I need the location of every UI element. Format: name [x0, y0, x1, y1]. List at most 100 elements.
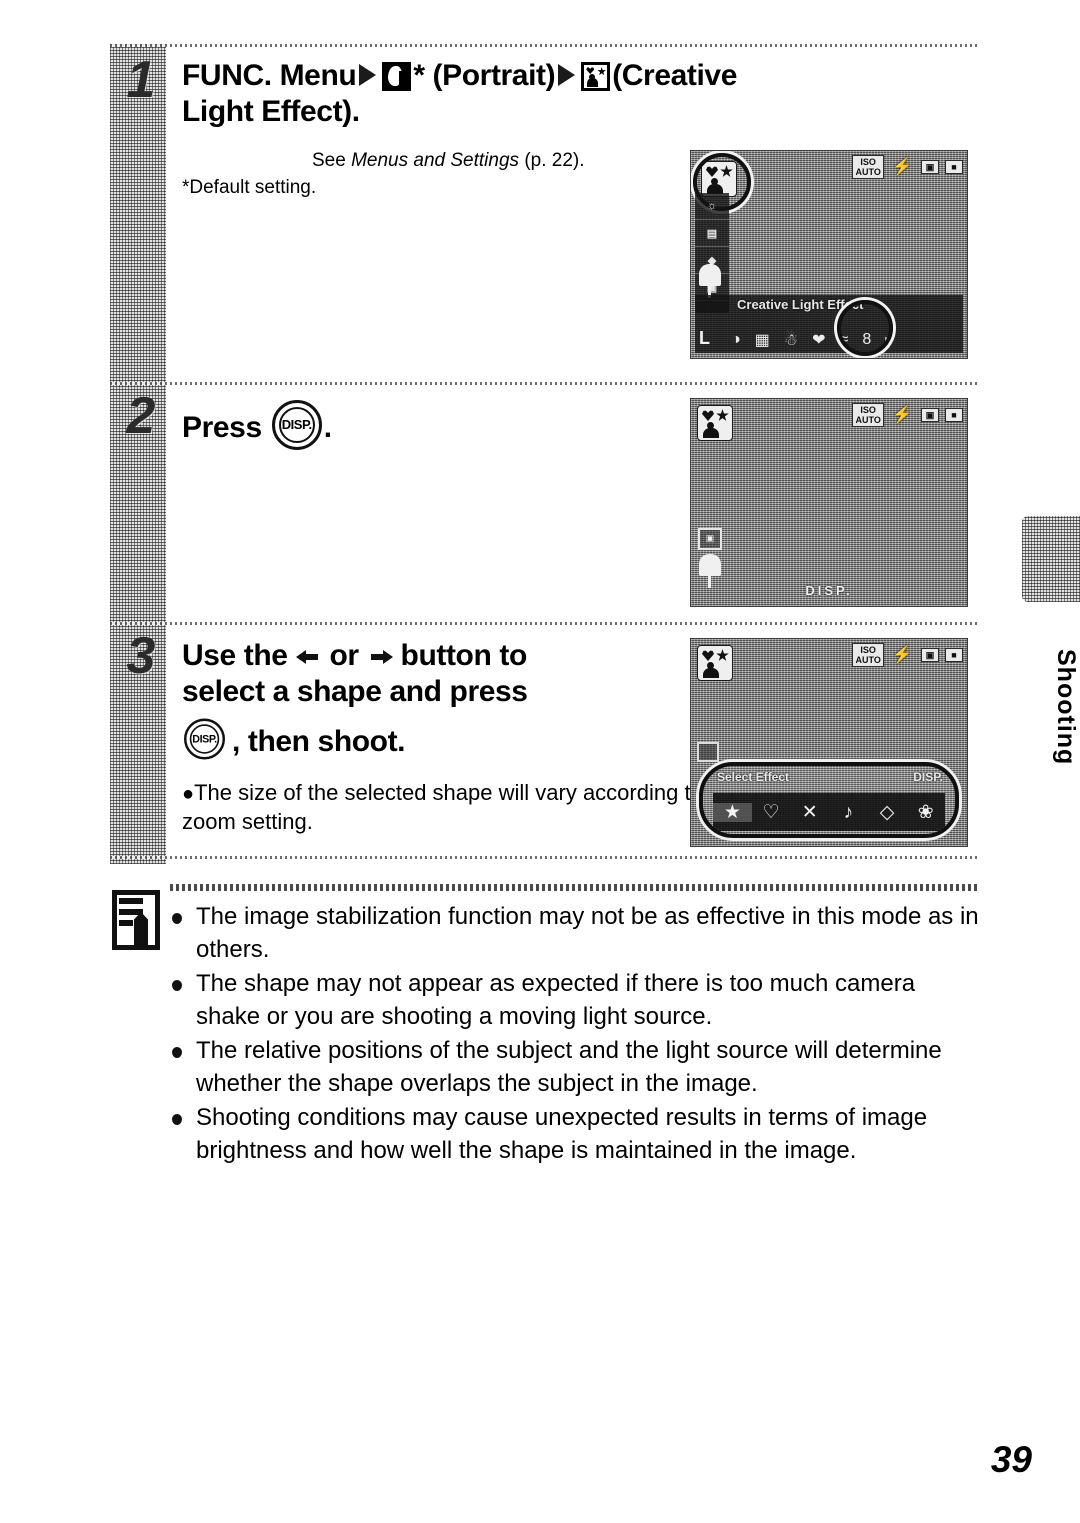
lcd1-scene-icon-4[interactable]: ❤ [812, 330, 825, 350]
portrait-label: * (Portrait) [413, 59, 556, 92]
or-label: or [329, 639, 359, 672]
metering-icon: ▣ [921, 160, 939, 174]
then-shoot-label: , then shoot. [232, 725, 406, 758]
notes-divider [170, 884, 980, 891]
step-3-body: Use the or button to select a shape and … [182, 638, 762, 836]
step-divider-top [110, 44, 980, 47]
lcd3-panel-hint: DISP. [913, 770, 943, 784]
lcd1-scene-next-arrow-icon[interactable]: ▸ [885, 330, 893, 350]
step-number-3: 3 [126, 627, 156, 685]
step-3-heading-line2: select a shape and press [182, 675, 528, 708]
lcd3-panel-header: Select Effect DISP. [717, 770, 943, 784]
effect-shape-heart[interactable]: ♡ [752, 803, 791, 822]
steps-section: 1 2 3 FUNC. Menu * (Portrait) (Creative Li… [110, 44, 980, 864]
portrait-mode-icon [382, 62, 412, 91]
lcd2-macro-icon: ▣ [698, 528, 722, 550]
see-suffix: (p. 22). [519, 150, 585, 171]
step-1-heading-line2: Light Effect). [182, 95, 360, 128]
lcd1-mode-badge [701, 161, 737, 197]
step-2-period: . [323, 411, 332, 444]
lcd1-status-bar: ISO AUTO ⚡ ▣ ■ [852, 155, 963, 179]
lcd1-scene-icon-5[interactable]: ≈ [840, 331, 849, 349]
disp-button-icon-2: DISP. [184, 718, 225, 760]
step-3-heading-line1: Use the or button to [182, 638, 762, 674]
side-tab-label: Shooting [1052, 648, 1080, 766]
lcd1-scene-icon-1[interactable]: ◑ [731, 331, 741, 349]
bullet-dot-icon: ● [182, 783, 195, 805]
note-memo-icon [110, 890, 160, 950]
step-3-bullet-text: The size of the selected shape will vary… [182, 780, 740, 834]
lcd-func-menu-screen: ISO AUTO ⚡ ▣ ■ ☼ ▤ ◆ ▣ L Creative Light E… [690, 150, 968, 359]
step-1-heading: FUNC. Menu * (Portrait) (Creative [182, 58, 982, 94]
iso-icon: ISO AUTO [852, 155, 884, 179]
effect-shape-flower[interactable]: ❀ [906, 803, 945, 822]
battery-icon-2: ■ [945, 408, 963, 422]
lcd3-effect-strip: ★ ♡ ✕ ♪ ◇ ❀ [713, 793, 945, 831]
lcd1-func-row-2[interactable]: ▤ [695, 220, 729, 247]
step-number-2: 2 [126, 387, 156, 445]
flash-auto-icon: ⚡ [891, 157, 913, 176]
press-label: Press [182, 411, 262, 444]
battery-icon-3: ■ [945, 648, 963, 662]
disp-button-label-1: DISP. [278, 407, 315, 443]
lcd2-disp-hint: DISP. [805, 583, 853, 598]
disp-button-label-2: DISP. [189, 724, 220, 754]
creative-label: (Creative [612, 59, 737, 92]
battery-icon: ■ [945, 160, 963, 174]
lcd1-scene-icons: ◑ ▦ ☃ ❤ ≈ 8 ▸ [731, 330, 957, 350]
lcd1-func-row-1[interactable]: ☼ [695, 193, 729, 220]
page-number: 39 [990, 1439, 1032, 1480]
see-prefix: See [312, 150, 352, 171]
manual-page: 1 2 3 FUNC. Menu * (Portrait) (Creative Li… [0, 0, 1080, 1523]
right-arrow-icon [367, 646, 393, 668]
lcd2-status-bar: ISO AUTO ⚡ ▣ ■ [852, 403, 963, 427]
lcd1-menu-label: Creative Light Effect [737, 297, 864, 312]
see-italic-title: Menus and Settings [351, 150, 520, 171]
lcd-shooting-screen: ISO AUTO ⚡ ▣ ■ ▣ DISP. [690, 398, 968, 607]
note-item-4: Shooting conditions may cause unexpected… [170, 1101, 985, 1167]
lcd1-scene-icon-2[interactable]: ▦ [755, 330, 770, 350]
lcd1-quality-label: L [699, 328, 710, 348]
lcd3-macro-icon [697, 742, 719, 762]
lcd3-effect-panel: Select Effect DISP. ★ ♡ ✕ ♪ ◇ ❀ [699, 762, 959, 838]
disp-button-icon-1: DISP. [271, 400, 322, 450]
notes-list: The image stabilization function may not… [170, 900, 985, 1168]
note-item-3: The relative positions of the subject an… [170, 1034, 985, 1100]
iso-icon-2: ISO AUTO [852, 403, 884, 427]
step-3-heading-line3: DISP. , then shoot. [182, 714, 762, 764]
lcd-select-effect-screen: ISO AUTO ⚡ ▣ ■ Select Effect DISP. ★ ♡ ✕ … [690, 638, 968, 847]
effect-shape-note[interactable]: ♪ [829, 803, 868, 822]
triangle-right-icon-1 [359, 64, 377, 86]
step-divider-2 [110, 622, 980, 625]
effect-shape-diamond[interactable]: ◇ [868, 803, 907, 822]
lcd3-mode-badge [697, 645, 733, 681]
iso-icon-3: ISO AUTO [852, 643, 884, 667]
effect-shape-star[interactable]: ★ [713, 802, 752, 822]
flash-auto-icon-2: ⚡ [891, 405, 913, 424]
step-2-heading: Press DISP.. [182, 400, 742, 450]
lcd1-scene-icon-6[interactable]: 8 [862, 331, 871, 349]
note-item-2: The shape may not appear as expected if … [170, 967, 985, 1033]
func-menu-label: FUNC. Menu [182, 59, 357, 92]
lcd1-scene-icon-3[interactable]: ☃ [784, 330, 798, 350]
lcd2-mode-badge [697, 405, 733, 441]
left-arrow-icon [295, 646, 322, 668]
note-item-1: The image stabilization function may not… [170, 900, 985, 966]
button-to-label: button to [400, 639, 528, 672]
side-tab-block [1022, 516, 1080, 602]
step-3-bullet: ●The size of the selected shape will var… [182, 778, 762, 836]
step-number-gutter [110, 44, 168, 864]
step-divider-1 [110, 382, 980, 385]
effect-shape-cross[interactable]: ✕ [790, 803, 829, 822]
lcd3-panel-title: Select Effect [717, 770, 790, 784]
flash-auto-icon-3: ⚡ [891, 645, 913, 664]
triangle-right-icon-2 [558, 64, 576, 86]
metering-icon-3: ▣ [921, 648, 939, 662]
lcd1-quality-icon [699, 264, 723, 298]
use-the-label: Use the [182, 639, 288, 672]
step-2-body: Press DISP.. [182, 400, 742, 450]
lcd1-func-bar: L Creative Light Effect ◑ ▦ ☃ ❤ ≈ 8 ▸ [695, 295, 963, 353]
step-number-1: 1 [126, 51, 156, 109]
lcd3-status-bar: ISO AUTO ⚡ ▣ ■ [852, 643, 963, 667]
metering-icon-2: ▣ [921, 408, 939, 422]
